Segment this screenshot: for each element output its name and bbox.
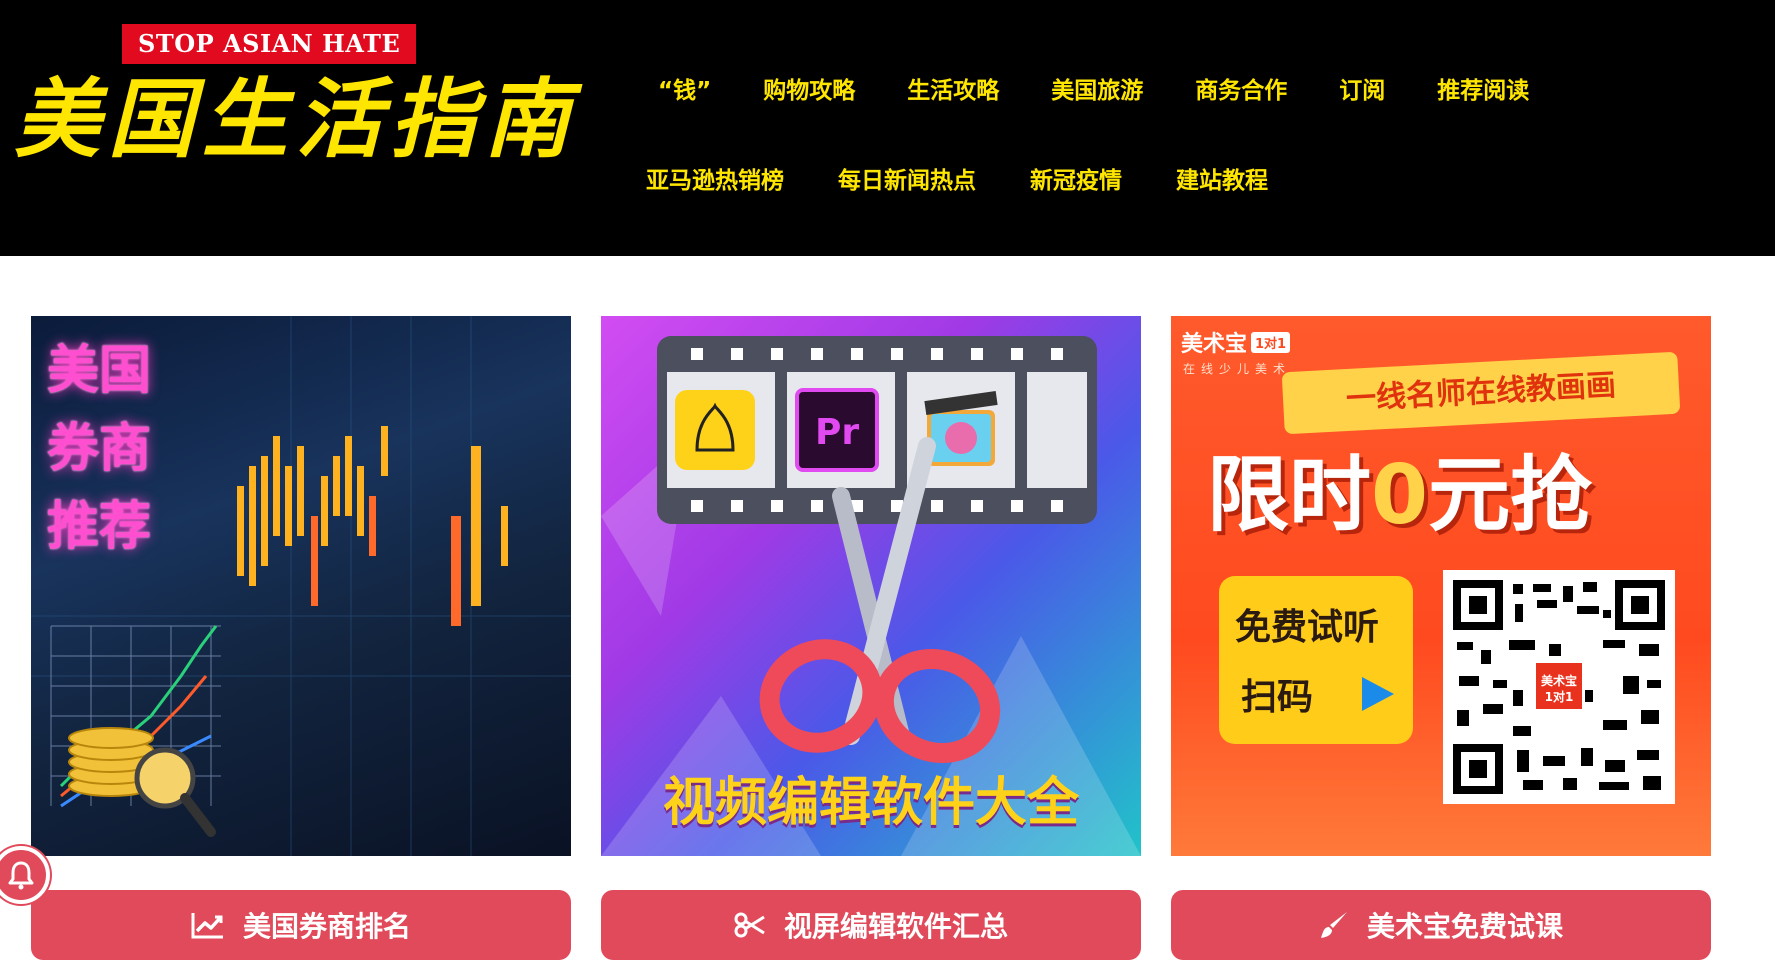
- video-editors-label: 视屏编辑软件汇总: [783, 910, 1008, 943]
- chart-line-icon: [191, 913, 223, 939]
- brokers-text-line-1: 美国: [47, 341, 152, 401]
- video-editors-image[interactable]: Pr 视频编辑软件大全: [601, 316, 1141, 856]
- main-nav-row-1: “钱” 购物攻略 生活攻略 美国旅游 商务合作 订阅 推荐阅读: [658, 74, 1529, 108]
- free-trial-panel: 免费试听 扫码: [1219, 576, 1413, 744]
- art-class-image[interactable]: 美术宝 1对1 在线少儿美术 一线名师在线教画画 限时0元抢 免费试听 扫码 美…: [1171, 316, 1711, 856]
- site-header: STOP ASIAN HATE 美国生活指南 “钱” 购物攻略 生活攻略 美国旅…: [0, 0, 1775, 256]
- promo-cards: 美国 券商 推荐 美国券商排名 Pr 视频编辑软件大全 视屏编辑软件汇总 美术宝…: [31, 316, 1711, 960]
- main-nav-row-2: 亚马逊热销榜 每日新闻热点 新冠疫情 建站教程: [646, 164, 1268, 198]
- scan-code-text: 扫码: [1241, 677, 1314, 718]
- video-editors-button[interactable]: 视屏编辑软件汇总: [601, 890, 1141, 960]
- art-brand-tag: 1对1: [1251, 332, 1291, 353]
- qr-center-logo: 美术宝 1对1: [1533, 660, 1585, 712]
- qr-code: 美术宝 1对1: [1443, 570, 1675, 804]
- brokers-ranking-label: 美国券商排名: [242, 910, 411, 943]
- brokers-image-text: 美国 券商 推荐: [47, 332, 151, 566]
- nav-item-subscribe[interactable]: 订阅: [1339, 74, 1385, 108]
- art-ribbon: 一线名师在线教画画: [1281, 351, 1681, 435]
- free-trial-text: 免费试听: [1235, 607, 1380, 648]
- nav-item-daily-news[interactable]: 每日新闻热点: [838, 164, 976, 198]
- art-headline-zero: 0: [1371, 448, 1429, 543]
- bell-icon: [8, 861, 34, 890]
- art-brand: 美术宝 1对1: [1181, 326, 1291, 358]
- nav-item-money[interactable]: “钱”: [658, 74, 711, 108]
- nav-item-site-tutorial[interactable]: 建站教程: [1176, 164, 1268, 198]
- nav-item-shopping-guide[interactable]: 购物攻略: [763, 74, 855, 108]
- nav-item-us-travel[interactable]: 美国旅游: [1051, 74, 1143, 108]
- qr-logo-tag: 1对1: [1544, 690, 1574, 704]
- art-brand-name: 美术宝: [1181, 332, 1248, 357]
- brokers-text-line-2: 券商: [47, 419, 152, 479]
- nav-item-life-guide[interactable]: 生活攻略: [907, 74, 999, 108]
- play-arrow-icon: [1361, 677, 1394, 711]
- brokers-image[interactable]: 美国 券商 推荐: [31, 316, 571, 856]
- nav-item-business[interactable]: 商务合作: [1195, 74, 1287, 108]
- art-headline-b: 元抢: [1428, 448, 1593, 543]
- qr-logo-name: 美术宝: [1540, 674, 1577, 688]
- nav-item-recommended[interactable]: 推荐阅读: [1437, 74, 1529, 108]
- nav-item-amazon-bestsellers[interactable]: 亚马逊热销榜: [646, 164, 784, 198]
- art-brand-sub: 在线少儿美术: [1183, 362, 1292, 376]
- art-free-trial-button[interactable]: 美术宝免费试课: [1171, 890, 1711, 960]
- brokers-ranking-button[interactable]: 美国券商排名: [31, 890, 571, 960]
- nav-item-covid[interactable]: 新冠疫情: [1030, 164, 1122, 198]
- video-editors-caption: 视频编辑软件大全: [662, 773, 1079, 833]
- stop-asian-hate-badge: STOP ASIAN HATE: [122, 24, 417, 64]
- art-headline: 限时0元抢: [1207, 436, 1592, 556]
- scissors-icon: [734, 912, 765, 938]
- brokers-text-line-3: 推荐: [47, 497, 152, 557]
- paint-brush-icon: [1320, 912, 1347, 938]
- scan-code-row: 扫码: [1241, 668, 1396, 720]
- art-free-trial-label: 美术宝免费试课: [1366, 910, 1563, 943]
- site-logo[interactable]: STOP ASIAN HATE 美国生活指南: [14, 24, 570, 174]
- art-headline-a: 限时: [1207, 448, 1372, 543]
- logo-title: 美国生活指南: [14, 69, 578, 170]
- svg-text:Pr: Pr: [815, 412, 859, 453]
